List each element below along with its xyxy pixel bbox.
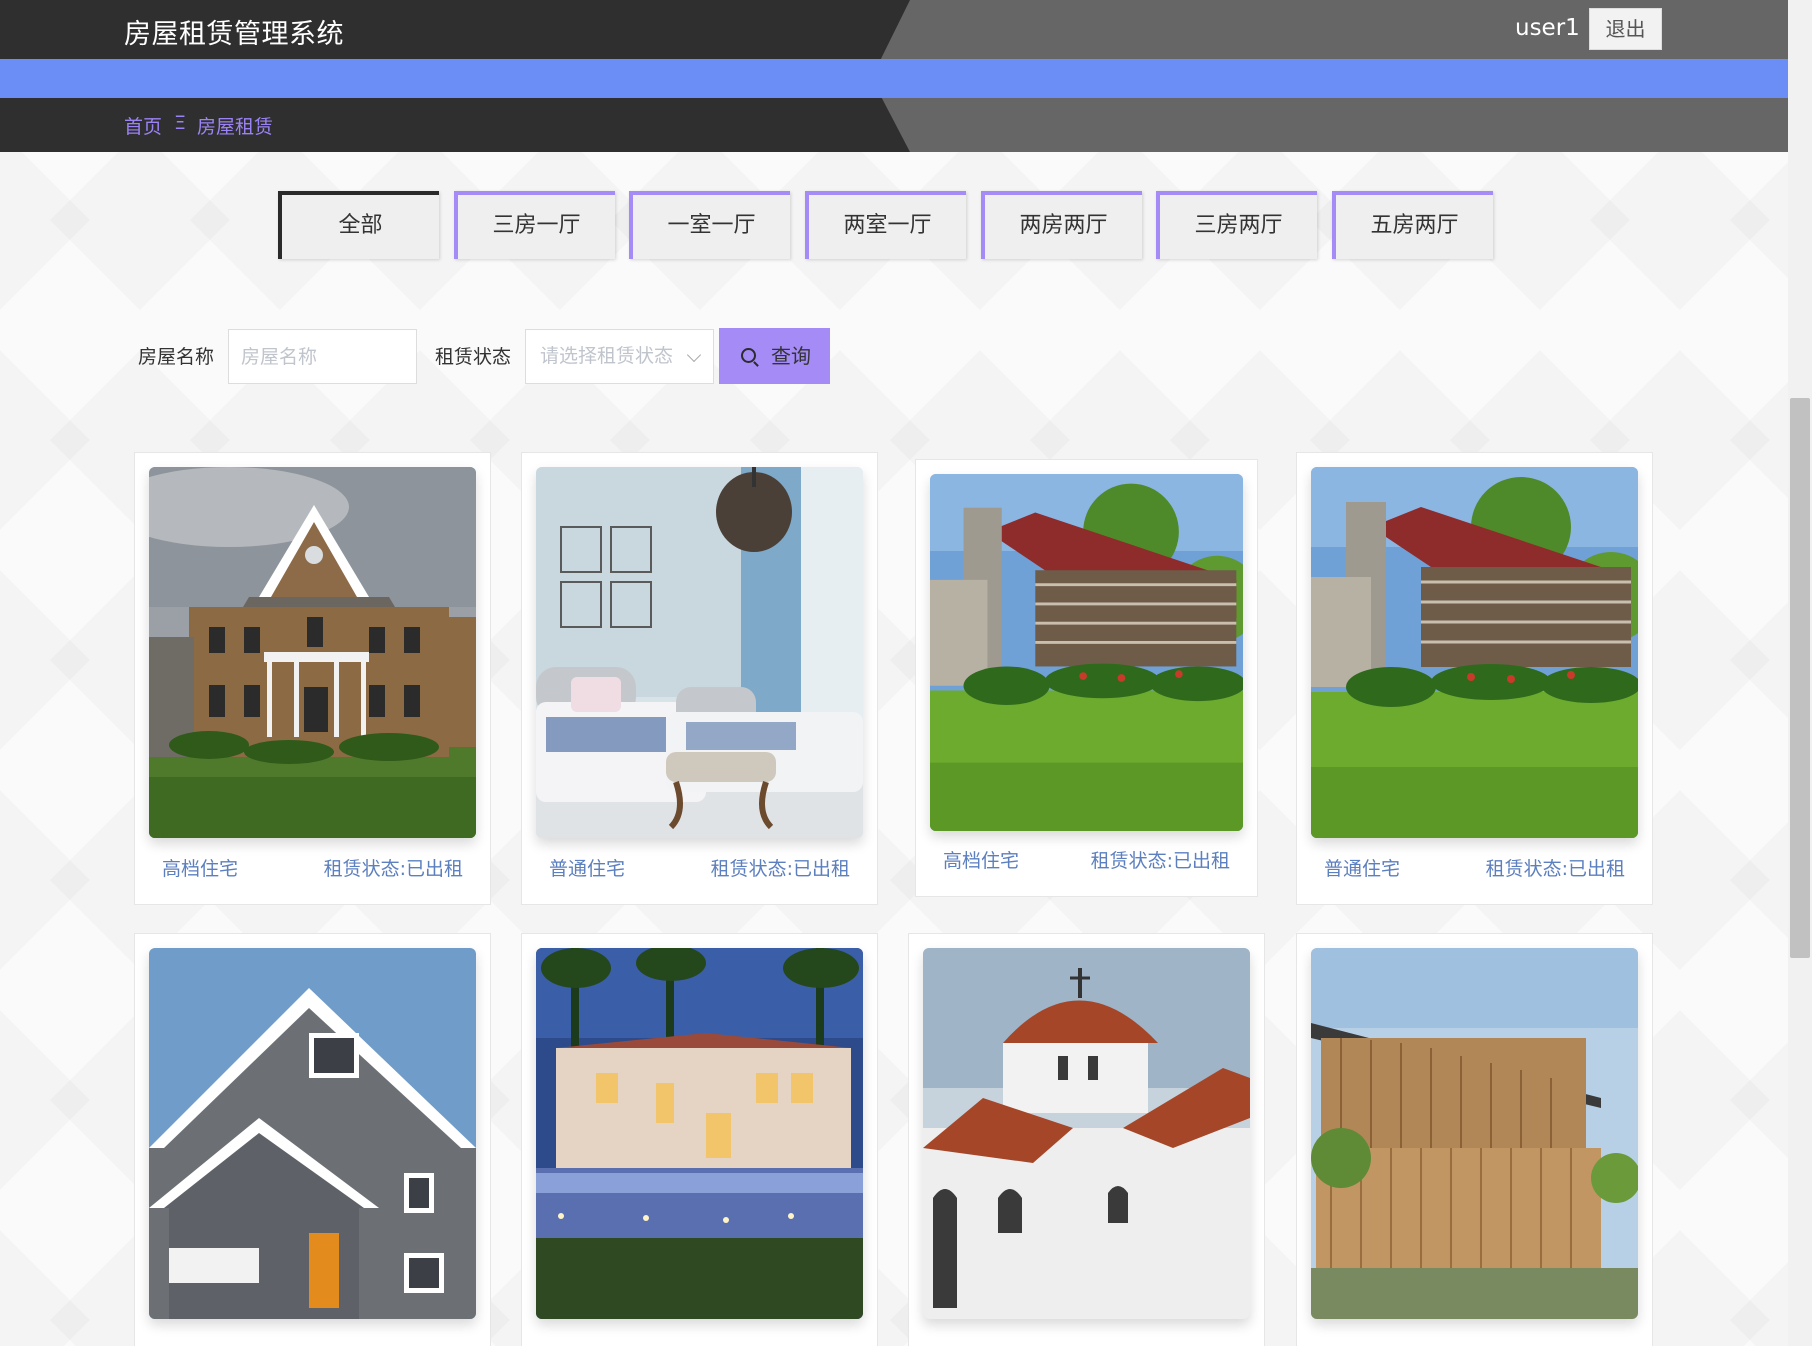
app-title: 房屋租赁管理系统 <box>124 19 344 50</box>
username[interactable]: user1 <box>1515 15 1580 41</box>
log-cabin-red-roof-image <box>930 474 1243 831</box>
tab-all[interactable]: 全部 <box>278 191 439 259</box>
listing-photo[interactable] <box>149 467 476 838</box>
listing-card[interactable] <box>521 933 878 1346</box>
listing-type: 普通住宅 <box>549 858 626 880</box>
top-header: 房屋租赁管理系统 user1 退出 <box>0 0 1788 59</box>
search-button-label: 查询 <box>771 344 811 368</box>
listing-type: 高档住宅 <box>943 850 1020 872</box>
listing-card[interactable] <box>134 933 491 1346</box>
listing-card[interactable]: 普通住宅 租赁状态:已出租 <box>1296 452 1653 905</box>
accent-bar <box>0 59 1788 98</box>
tab-three-room-one-hall[interactable]: 三房一厅 <box>454 191 615 259</box>
breadcrumb-current[interactable]: 房屋租赁 <box>197 112 273 139</box>
villa-pool-night-image <box>536 948 863 1319</box>
listing-type: 高档住宅 <box>162 858 239 880</box>
tab-two-room-two-hall[interactable]: 两房两厅 <box>981 191 1142 259</box>
logout-button[interactable]: 退出 <box>1589 8 1662 50</box>
twin-bedroom-interior-image <box>536 467 863 838</box>
tab-two-room-one-hall[interactable]: 两室一厅 <box>805 191 966 259</box>
listing-card[interactable] <box>908 933 1265 1346</box>
listing-status: 租赁状态:已出租 <box>323 858 463 880</box>
listing-photo[interactable] <box>1311 948 1638 1319</box>
listing-photo[interactable] <box>930 474 1243 831</box>
gray-craftsman-house-image <box>149 948 476 1319</box>
breadcrumb: 首页 Ξ 房屋租赁 <box>0 98 1788 152</box>
listing-card[interactable]: 普通住宅 租赁状态:已出租 <box>521 452 878 905</box>
breadcrumb-home[interactable]: 首页 <box>124 112 162 139</box>
listing-card[interactable]: 高档住宅 租赁状态:已出租 <box>915 459 1258 897</box>
chevron-down-icon <box>686 347 702 363</box>
scrollbar-thumb[interactable] <box>1790 398 1810 958</box>
white-chapel-dome-image <box>923 948 1250 1319</box>
listing-photo[interactable] <box>923 948 1250 1319</box>
house-name-input[interactable] <box>228 329 417 384</box>
tab-five-room-two-hall[interactable]: 五房两厅 <box>1332 191 1493 259</box>
search-icon <box>741 348 756 363</box>
rent-status-select[interactable]: 请选择租赁状态 <box>525 329 714 384</box>
listing-card[interactable]: 高档住宅 租赁状态:已出租 <box>134 452 491 905</box>
search-button[interactable]: 查询 <box>719 328 830 384</box>
modern-wood-house-image <box>1311 948 1638 1319</box>
tab-one-room-one-hall[interactable]: 一室一厅 <box>629 191 790 259</box>
rent-status-label: 租赁状态 <box>435 346 512 368</box>
breadcrumb-separator: Ξ <box>174 112 187 134</box>
page: 房屋租赁管理系统 user1 退出 首页 Ξ 房屋租赁 全部 三房一厅 一室一厅… <box>0 0 1788 1346</box>
listing-card[interactable] <box>1296 933 1653 1346</box>
listing-status: 租赁状态:已出租 <box>1090 850 1230 872</box>
listing-photo[interactable] <box>149 948 476 1319</box>
listing-photo[interactable] <box>536 467 863 838</box>
tab-three-room-two-hall[interactable]: 三房两厅 <box>1156 191 1317 259</box>
brick-colonial-house-image <box>149 467 476 838</box>
listing-status: 租赁状态:已出租 <box>710 858 850 880</box>
house-name-label: 房屋名称 <box>138 346 215 368</box>
listing-photo[interactable] <box>1311 467 1638 838</box>
log-cabin-red-roof-image <box>1311 467 1638 838</box>
rent-status-placeholder: 请选择租赁状态 <box>540 345 674 367</box>
listing-type: 普通住宅 <box>1324 858 1401 880</box>
listing-status: 租赁状态:已出租 <box>1485 858 1625 880</box>
listing-photo[interactable] <box>536 948 863 1319</box>
